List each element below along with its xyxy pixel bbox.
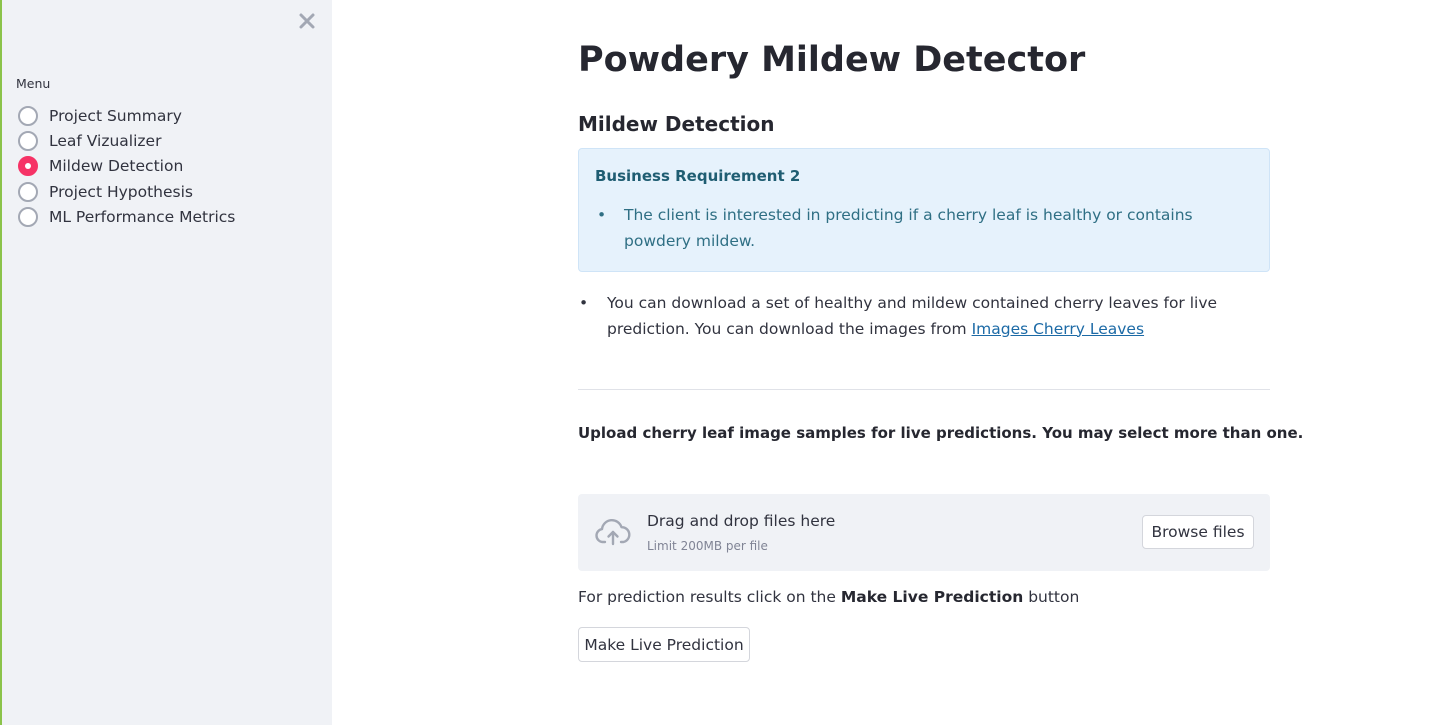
divider <box>578 389 1270 390</box>
prediction-hint: For prediction results click on the Make… <box>578 588 1079 606</box>
menu-item-leaf-vizualizer[interactable]: Leaf Vizualizer <box>18 128 235 153</box>
info-box: Business Requirement 2 The client is int… <box>578 148 1270 272</box>
menu-item-label: Project Summary <box>49 106 182 125</box>
section-title: Mildew Detection <box>578 112 775 136</box>
make-live-prediction-button[interactable]: Make Live Prediction <box>578 627 750 662</box>
close-icon[interactable] <box>298 12 316 30</box>
hint-prefix: For prediction results click on the <box>578 588 841 606</box>
radio-icon[interactable] <box>18 207 38 228</box>
cloud-upload-icon <box>594 518 632 546</box>
radio-checked-icon[interactable] <box>18 156 38 177</box>
info-box-title: Business Requirement 2 <box>595 167 801 185</box>
sidebar: Menu Project Summary Leaf Vizualizer Mil… <box>0 0 332 725</box>
menu-item-label: Leaf Vizualizer <box>49 132 162 151</box>
menu-item-label: ML Performance Metrics <box>49 208 236 227</box>
menu-item-label: Project Hypothesis <box>49 182 194 201</box>
download-bullet: You can download a set of healthy and mi… <box>578 291 1270 342</box>
upload-heading: Upload cherry leaf image samples for liv… <box>578 424 1304 442</box>
menu-item-project-hypothesis[interactable]: Project Hypothesis <box>18 179 235 204</box>
app: Menu Project Summary Leaf Vizualizer Mil… <box>0 0 1450 725</box>
drop-title: Drag and drop files here <box>647 512 836 530</box>
menu-item-mildew-detection[interactable]: Mildew Detection <box>18 154 235 179</box>
menu-label: Menu <box>16 76 51 91</box>
radio-icon[interactable] <box>18 131 38 152</box>
radio-icon[interactable] <box>18 181 38 202</box>
drop-limit: Limit 200MB per file <box>647 539 768 553</box>
hint-bold: Make Live Prediction <box>840 588 1024 606</box>
menu-item-ml-performance-metrics[interactable]: ML Performance Metrics <box>18 205 235 230</box>
radio-icon[interactable] <box>18 105 38 126</box>
menu-radio-group: Project Summary Leaf Vizualizer Mildew D… <box>18 103 235 230</box>
menu-item-project-summary[interactable]: Project Summary <box>18 103 235 128</box>
hint-suffix: button <box>1023 588 1080 606</box>
menu-item-label: Mildew Detection <box>49 157 184 176</box>
file-dropzone[interactable]: Drag and drop files here Limit 200MB per… <box>578 494 1270 571</box>
browse-files-button[interactable]: Browse files <box>1142 515 1254 549</box>
images-cherry-leaves-link[interactable]: Images Cherry Leaves <box>972 320 1144 338</box>
info-box-bullet: The client is interested in predicting i… <box>595 203 1253 254</box>
page-title: Powdery Mildew Detector <box>578 40 1086 80</box>
